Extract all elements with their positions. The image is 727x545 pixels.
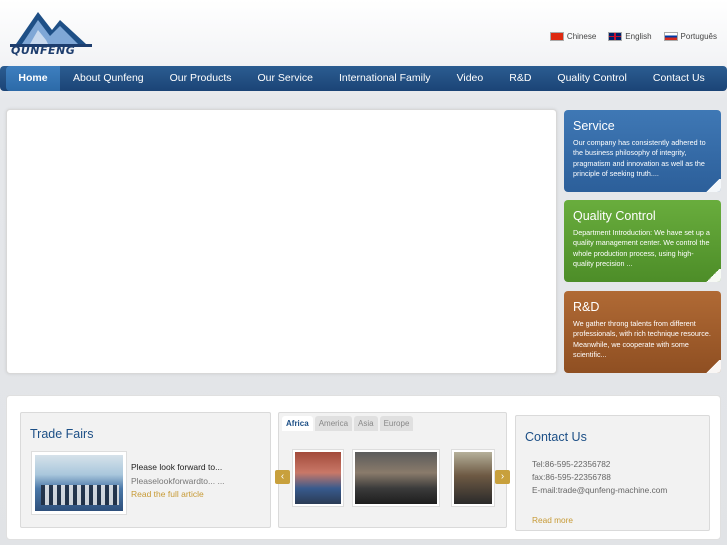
tab-asia[interactable]: Asia [354, 416, 378, 431]
trade-item-desc: Pleaselookforwardto... ... [131, 476, 225, 486]
quality-control-box[interactable]: Quality Control Department Introduction:… [564, 200, 721, 282]
contact-tel: Tel:86-595-22356782 [532, 459, 611, 469]
trade-item-title[interactable]: Please look forward to... [131, 462, 222, 472]
tab-africa[interactable]: Africa [282, 416, 313, 431]
rd-box[interactable]: R&D We gather throng talents from differ… [564, 291, 721, 373]
qunfeng-logo[interactable]: QUNFENG [8, 8, 94, 58]
nav-rd[interactable]: R&D [496, 66, 544, 91]
family-photo[interactable] [292, 449, 344, 507]
main-nav: Home About Qunfeng Our Products Our Serv… [0, 66, 727, 91]
tab-america[interactable]: America [314, 416, 353, 431]
lang-portugues[interactable]: Português [663, 32, 717, 41]
region-tabs: Africa America Asia Europe [282, 416, 414, 431]
lang-chinese[interactable]: Chinese [549, 32, 597, 41]
rd-text: We gather throng talents from different … [573, 319, 711, 359]
lang-label: Português [680, 32, 717, 41]
bottom-panel: Trade Fairs Please look forward to... Pl… [6, 395, 721, 540]
family-photo[interactable] [451, 449, 495, 507]
trade-fairs-title: Trade Fairs [30, 427, 94, 441]
service-box[interactable]: Service Our company has consistently adh… [564, 110, 721, 192]
nav-home[interactable]: Home [6, 66, 60, 91]
nav-service[interactable]: Our Service [245, 66, 326, 91]
uk-flag-icon [608, 32, 623, 41]
service-title: Service [573, 119, 615, 133]
lang-label: Chinese [566, 32, 597, 41]
nav-about[interactable]: About Qunfeng [60, 66, 157, 91]
read-full-article-link[interactable]: Read the full article [131, 489, 204, 499]
contact-title: Contact Us [525, 430, 587, 444]
russia-flag-icon [663, 32, 678, 41]
china-flag-icon [549, 32, 564, 41]
page-curl-icon [705, 360, 721, 373]
quality-title: Quality Control [573, 209, 656, 223]
contact-card: Contact Us Tel:86-595-22356782 fax:86-59… [515, 415, 710, 531]
nav-quality-control[interactable]: Quality Control [544, 66, 639, 91]
nav-products[interactable]: Our Products [157, 66, 245, 91]
logo-text: QUNFENG [11, 44, 76, 57]
nav-international-family[interactable]: International Family [326, 66, 444, 91]
mountain-logo-icon [10, 12, 92, 47]
family-photo[interactable] [352, 449, 440, 507]
read-more-link[interactable]: Read more [532, 515, 573, 525]
rd-title: R&D [573, 300, 600, 314]
page-curl-icon [705, 179, 721, 192]
language-switcher: Chinese English Português [549, 32, 717, 41]
next-arrow-icon[interactable]: › [495, 470, 510, 484]
international-family-card: Africa America Asia Europe ‹ › [275, 412, 510, 528]
prev-arrow-icon[interactable]: ‹ [275, 470, 290, 484]
trade-fairs-card: Trade Fairs Please look forward to... Pl… [20, 412, 271, 528]
trade-fair-photo[interactable] [31, 451, 127, 515]
nav-contact[interactable]: Contact Us [640, 66, 718, 91]
tab-europe[interactable]: Europe [379, 416, 414, 431]
lang-label: English [625, 32, 652, 41]
service-text: Our company has consistently adhered to … [573, 138, 706, 178]
contact-fax: fax:86-595-22356788 [532, 472, 611, 482]
contact-email[interactable]: E-mail:trade@qunfeng-machine.com [532, 485, 667, 495]
banner-slideshow[interactable] [6, 109, 557, 374]
page-curl-icon [705, 269, 721, 282]
quality-text: Department Introduction: We have set up … [573, 228, 710, 268]
lang-english[interactable]: English [608, 32, 652, 41]
nav-video[interactable]: Video [444, 66, 497, 91]
